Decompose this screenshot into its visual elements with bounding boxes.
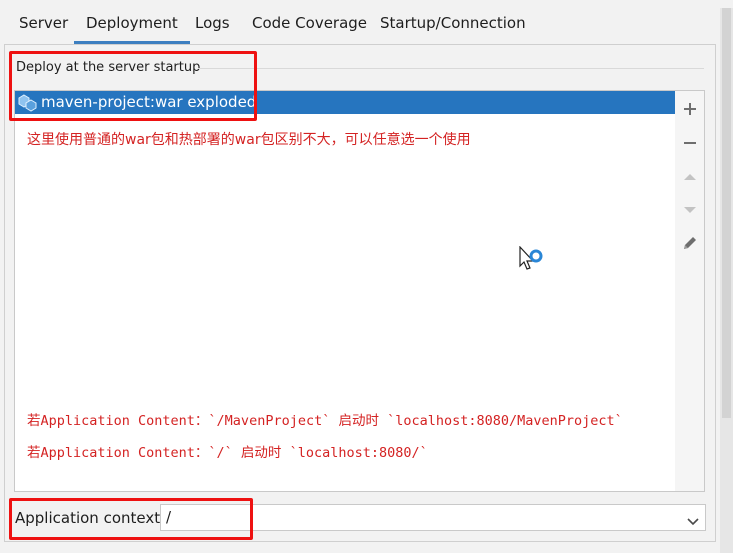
application-context-combo[interactable]: / — [160, 504, 706, 531]
busy-cursor-icon — [518, 245, 546, 276]
edit-icon[interactable] — [679, 232, 701, 254]
note-line-3: 若Application Content：`/` 启动时 `localhost:… — [27, 445, 428, 461]
tab-code-coverage[interactable]: Code Coverage — [252, 0, 367, 44]
tab-bar: Server Deployment Logs Code Coverage Sta… — [0, 0, 733, 44]
group-separator — [198, 68, 704, 69]
tab-deployment[interactable]: Deployment — [74, 0, 190, 44]
move-up-icon[interactable] — [679, 166, 701, 188]
scrollbar-thumb[interactable] — [722, 8, 731, 418]
deploy-group-title: Deploy at the server startup — [16, 60, 201, 75]
remove-icon[interactable] — [679, 132, 701, 154]
note-line-1: 这里使用普通的war包和热部署的war包区别不大，可以任意选一个使用 — [27, 132, 471, 148]
note-line-2: 若Application Content：`/MavenProject` 启动时… — [27, 413, 623, 429]
list-item-artifact[interactable]: maven-project:war exploded — [15, 91, 675, 114]
deploy-artifact-list[interactable]: maven-project:war exploded 这里使用普通的war包和热… — [14, 90, 676, 492]
tab-logs[interactable]: Logs — [195, 0, 230, 44]
application-context-label: Application context: — [15, 509, 166, 527]
list-toolbar — [675, 90, 705, 492]
artifact-icon — [18, 94, 38, 112]
move-down-icon[interactable] — [679, 199, 701, 221]
tab-startup-connection[interactable]: Startup/Connection — [380, 0, 526, 44]
application-context-value[interactable]: / — [166, 508, 171, 526]
add-icon[interactable] — [679, 98, 701, 120]
vertical-scrollbar[interactable] — [720, 8, 733, 553]
chevron-down-icon[interactable] — [687, 512, 699, 526]
artifact-label: maven-project:war exploded — [41, 93, 257, 111]
tab-server[interactable]: Server — [19, 0, 68, 44]
